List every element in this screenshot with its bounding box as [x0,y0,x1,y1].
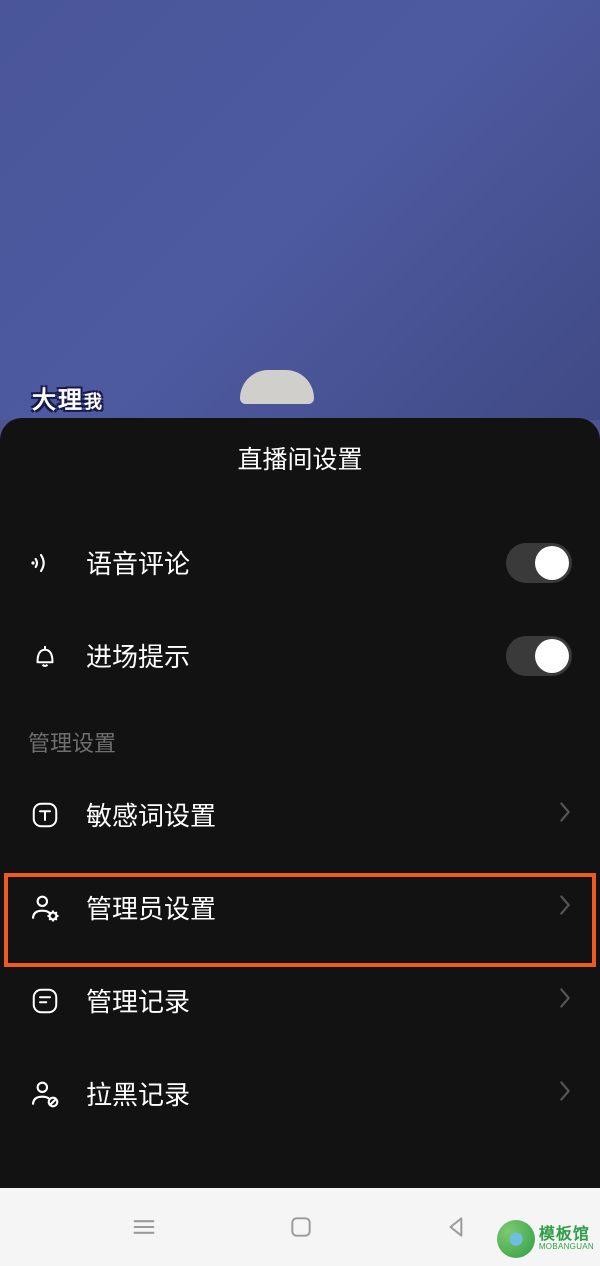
backdrop-avatar [240,370,314,404]
letter-t-icon [28,798,62,832]
blocked-person-icon [28,1077,62,1111]
admin-person-icon [28,891,62,925]
entry-notice-row[interactable]: 进场提示 [0,609,600,702]
record-list-icon [28,984,62,1018]
admin-settings-row[interactable]: 管理员设置 [0,861,600,954]
entry-notice-toggle[interactable] [506,636,572,676]
sensitive-word-row[interactable]: 敏感词设置 [0,768,600,861]
watermark-text: 模板馆 [539,1227,594,1243]
manage-record-row[interactable]: 管理记录 [0,954,600,1047]
chevron-right-icon [558,801,572,828]
settings-panel: 直播间设置 语音评论 进场提示 管理设置 [0,418,600,1188]
back-button[interactable] [444,1214,470,1240]
backdrop-partial-text: 大理我 [32,380,104,415]
home-button[interactable] [288,1214,314,1240]
block-record-label: 拉黑记录 [86,1075,558,1112]
bell-icon [28,639,62,673]
chevron-right-icon [558,1080,572,1107]
management-section-header: 管理设置 [0,702,600,768]
chevron-right-icon [558,987,572,1014]
entry-notice-label: 进场提示 [86,637,506,674]
watermark-logo-icon [497,1220,535,1258]
live-backdrop [0,0,600,420]
partial-previous-row [0,494,600,516]
recents-button[interactable] [130,1213,158,1241]
sensitive-word-label: 敏感词设置 [86,796,558,833]
voice-comment-label: 语音评论 [86,544,506,581]
watermark-subtext: MOBANGUAN [539,1243,594,1251]
manage-record-label: 管理记录 [86,982,558,1019]
voice-comment-row[interactable]: 语音评论 [0,516,600,609]
voice-icon [28,546,62,580]
panel-title: 直播间设置 [0,418,600,494]
block-record-row[interactable]: 拉黑记录 [0,1047,600,1140]
watermark: 模板馆 MOBANGUAN [497,1220,594,1258]
voice-comment-toggle[interactable] [506,543,572,583]
admin-settings-label: 管理员设置 [86,889,558,926]
chevron-right-icon [558,894,572,921]
